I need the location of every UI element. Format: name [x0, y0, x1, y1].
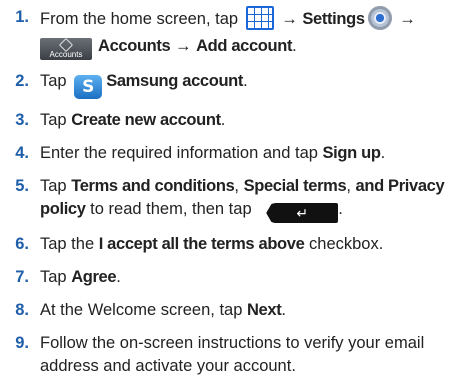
- accept-terms-label: I accept all the terms above: [98, 235, 305, 253]
- apps-grid-icon: [245, 6, 274, 30]
- arrow: →: [394, 10, 416, 28]
- step-text: to read them, then tap: [85, 200, 257, 218]
- step-number: 6.: [15, 235, 29, 253]
- period: .: [338, 200, 343, 218]
- step-number: 4.: [15, 144, 29, 162]
- step-7: 7. Tap Agree.: [0, 266, 462, 289]
- step-number: 5.: [15, 177, 29, 195]
- settings-label: Settings: [302, 10, 365, 28]
- step-text: Tap: [40, 72, 72, 90]
- instruction-list: 1. From the home screen, tap → Settings …: [0, 6, 462, 378]
- step-1: 1. From the home screen, tap → Settings …: [0, 6, 462, 60]
- period: .: [116, 268, 121, 286]
- step-text: Tap the: [40, 235, 99, 253]
- step-number: 3.: [15, 111, 29, 129]
- accounts-label: Accounts: [98, 37, 171, 55]
- step-4: 4. Enter the required information and ta…: [0, 142, 462, 165]
- period: .: [292, 37, 297, 55]
- samsung-account-icon: S: [74, 75, 103, 99]
- step-number: 1.: [15, 8, 29, 26]
- create-new-account-label: Create new account: [71, 111, 221, 129]
- step-9: 9. Follow the on-screen instructions to …: [0, 332, 462, 378]
- period: .: [243, 72, 248, 90]
- step-8: 8. At the Welcome screen, tap Next.: [0, 299, 462, 322]
- step-text: Tap: [40, 177, 72, 195]
- step-text: Enter the required information and tap: [40, 144, 323, 162]
- period: .: [220, 111, 226, 129]
- step-text: At the Welcome screen, tap: [40, 301, 247, 319]
- step-number: 7.: [15, 268, 29, 286]
- step-text: checkbox.: [304, 235, 384, 253]
- step-text: Follow the on-screen instructions to ver…: [40, 334, 425, 375]
- separator: ,: [234, 177, 244, 195]
- settings-gear-icon: [367, 6, 392, 30]
- step-text: From the home screen, tap: [40, 10, 243, 28]
- step-2: 2. Tap S Samsung account.: [0, 70, 462, 99]
- add-account-label: Add account: [196, 37, 293, 55]
- separator: ,: [346, 177, 356, 195]
- step-number: 8.: [15, 301, 29, 319]
- step-1-line-2: Accounts Accounts → Add account.: [40, 35, 456, 60]
- back-key-icon: ↵: [266, 203, 339, 223]
- step-5: 5. Tap Terms and conditions, Special ter…: [0, 175, 462, 223]
- step-number: 2.: [15, 72, 29, 90]
- step-number: 9.: [15, 334, 29, 352]
- accounts-icon: Accounts: [40, 37, 92, 60]
- step-3: 3. Tap Create new account.: [0, 109, 462, 132]
- step-6: 6. Tap the I accept all the terms above …: [0, 233, 462, 256]
- sign-up-label: Sign up: [322, 144, 381, 162]
- period: .: [281, 301, 286, 319]
- arrow: →: [276, 10, 303, 28]
- agree-label: Agree: [71, 268, 117, 286]
- terms-and-conditions-label: Terms and conditions: [71, 177, 235, 195]
- period: .: [380, 144, 386, 162]
- special-terms-label: Special terms: [243, 177, 347, 195]
- next-label: Next: [246, 301, 282, 319]
- arrow: →: [170, 37, 197, 55]
- step-text: Tap: [40, 111, 72, 129]
- step-1-line-1: From the home screen, tap → Settings →: [40, 6, 456, 31]
- step-text: Tap: [40, 268, 72, 286]
- samsung-account-label: Samsung account: [106, 72, 244, 90]
